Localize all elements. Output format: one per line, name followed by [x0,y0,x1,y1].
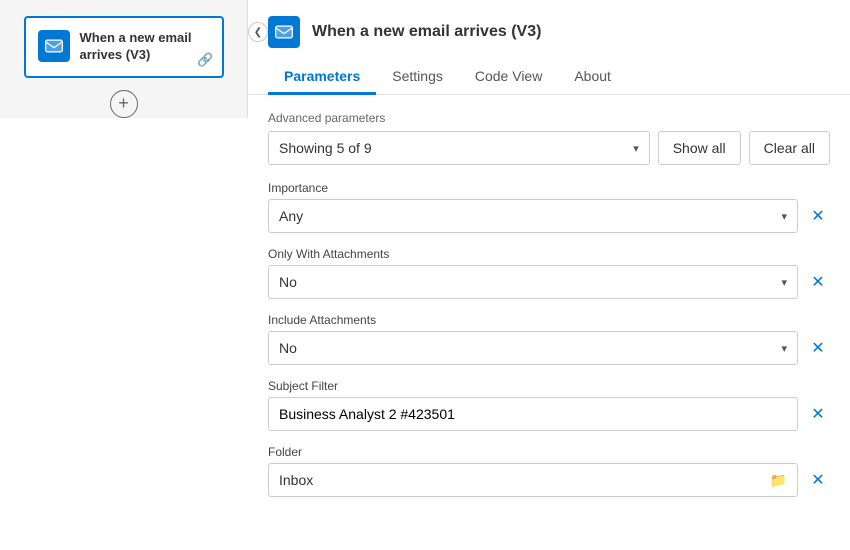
subject-filter-row: ✕ [268,397,830,431]
include-attachments-remove-button[interactable]: ✕ [806,336,830,360]
tabs-bar: Parameters Settings Code View About [248,60,850,95]
tab-about[interactable]: About [558,60,627,95]
only-attachments-dropdown[interactable]: No ▾ [268,265,798,299]
show-all-button[interactable]: Show all [658,131,741,165]
clear-all-button[interactable]: Clear all [749,131,830,165]
advanced-parameters-label: Advanced parameters [268,111,830,125]
only-attachments-chevron-icon: ▾ [781,276,787,289]
only-attachments-row: No ▾ ✕ [268,265,830,299]
include-attachments-dropdown[interactable]: No ▾ [268,331,798,365]
importance-group: Importance Any ▾ ✕ [268,181,830,233]
folder-remove-button[interactable]: ✕ [806,468,830,492]
importance-row: Any ▾ ✕ [268,199,830,233]
right-panel: When a new email arrives (V3) Parameters… [248,0,850,550]
showing-dropdown[interactable]: Showing 5 of 9 ▾ [268,131,650,165]
folder-value: Inbox [279,472,313,488]
folder-input[interactable]: Inbox 📁 [268,463,798,497]
trigger-card[interactable]: When a new email arrives (V3) 🔗 [24,16,224,78]
trigger-card-inner: When a new email arrives (V3) [38,30,210,64]
tab-code-view[interactable]: Code View [459,60,558,95]
right-header: When a new email arrives (V3) [248,0,850,48]
include-attachments-row: No ▾ ✕ [268,331,830,365]
showing-chevron-icon: ▾ [633,142,639,155]
collapse-chevron-icon: ❮ [254,27,262,38]
subject-filter-label: Subject Filter [268,379,830,393]
tab-settings[interactable]: Settings [376,60,459,95]
include-attachments-label: Include Attachments [268,313,830,327]
showing-text: Showing 5 of 9 [279,140,372,156]
subject-filter-group: Subject Filter ✕ [268,379,830,431]
tab-parameters[interactable]: Parameters [268,60,376,95]
only-attachments-value: No [279,274,297,290]
left-panel: When a new email arrives (V3) 🔗 + [0,0,248,118]
content-area: Advanced parameters Showing 5 of 9 ▾ Sho… [248,95,850,550]
link-icon: 🔗 [197,52,213,68]
add-step-button[interactable]: + [110,90,138,118]
include-attachments-value: No [279,340,297,356]
subject-filter-input[interactable] [268,397,798,431]
importance-label: Importance [268,181,830,195]
folder-row: Inbox 📁 ✕ [268,463,830,497]
header-title: When a new email arrives (V3) [312,23,541,41]
only-attachments-label: Only With Attachments [268,247,830,261]
collapse-arrow-button[interactable]: ❮ [248,22,268,42]
trigger-label: When a new email arrives (V3) [80,30,210,64]
email-trigger-icon [38,30,70,62]
include-attachments-chevron-icon: ▾ [781,342,787,355]
only-attachments-group: Only With Attachments No ▾ ✕ [268,247,830,299]
only-attachments-remove-button[interactable]: ✕ [806,270,830,294]
subject-filter-remove-button[interactable]: ✕ [806,402,830,426]
folder-group: Folder Inbox 📁 ✕ [268,445,830,497]
include-attachments-group: Include Attachments No ▾ ✕ [268,313,830,365]
folder-browse-icon: 📁 [770,472,787,489]
importance-dropdown[interactable]: Any ▾ [268,199,798,233]
advanced-parameters-row: Showing 5 of 9 ▾ Show all Clear all [268,131,830,165]
importance-remove-button[interactable]: ✕ [806,204,830,228]
folder-label: Folder [268,445,830,459]
email-header-icon [268,16,300,48]
importance-chevron-icon: ▾ [781,210,787,223]
importance-value: Any [279,208,303,224]
